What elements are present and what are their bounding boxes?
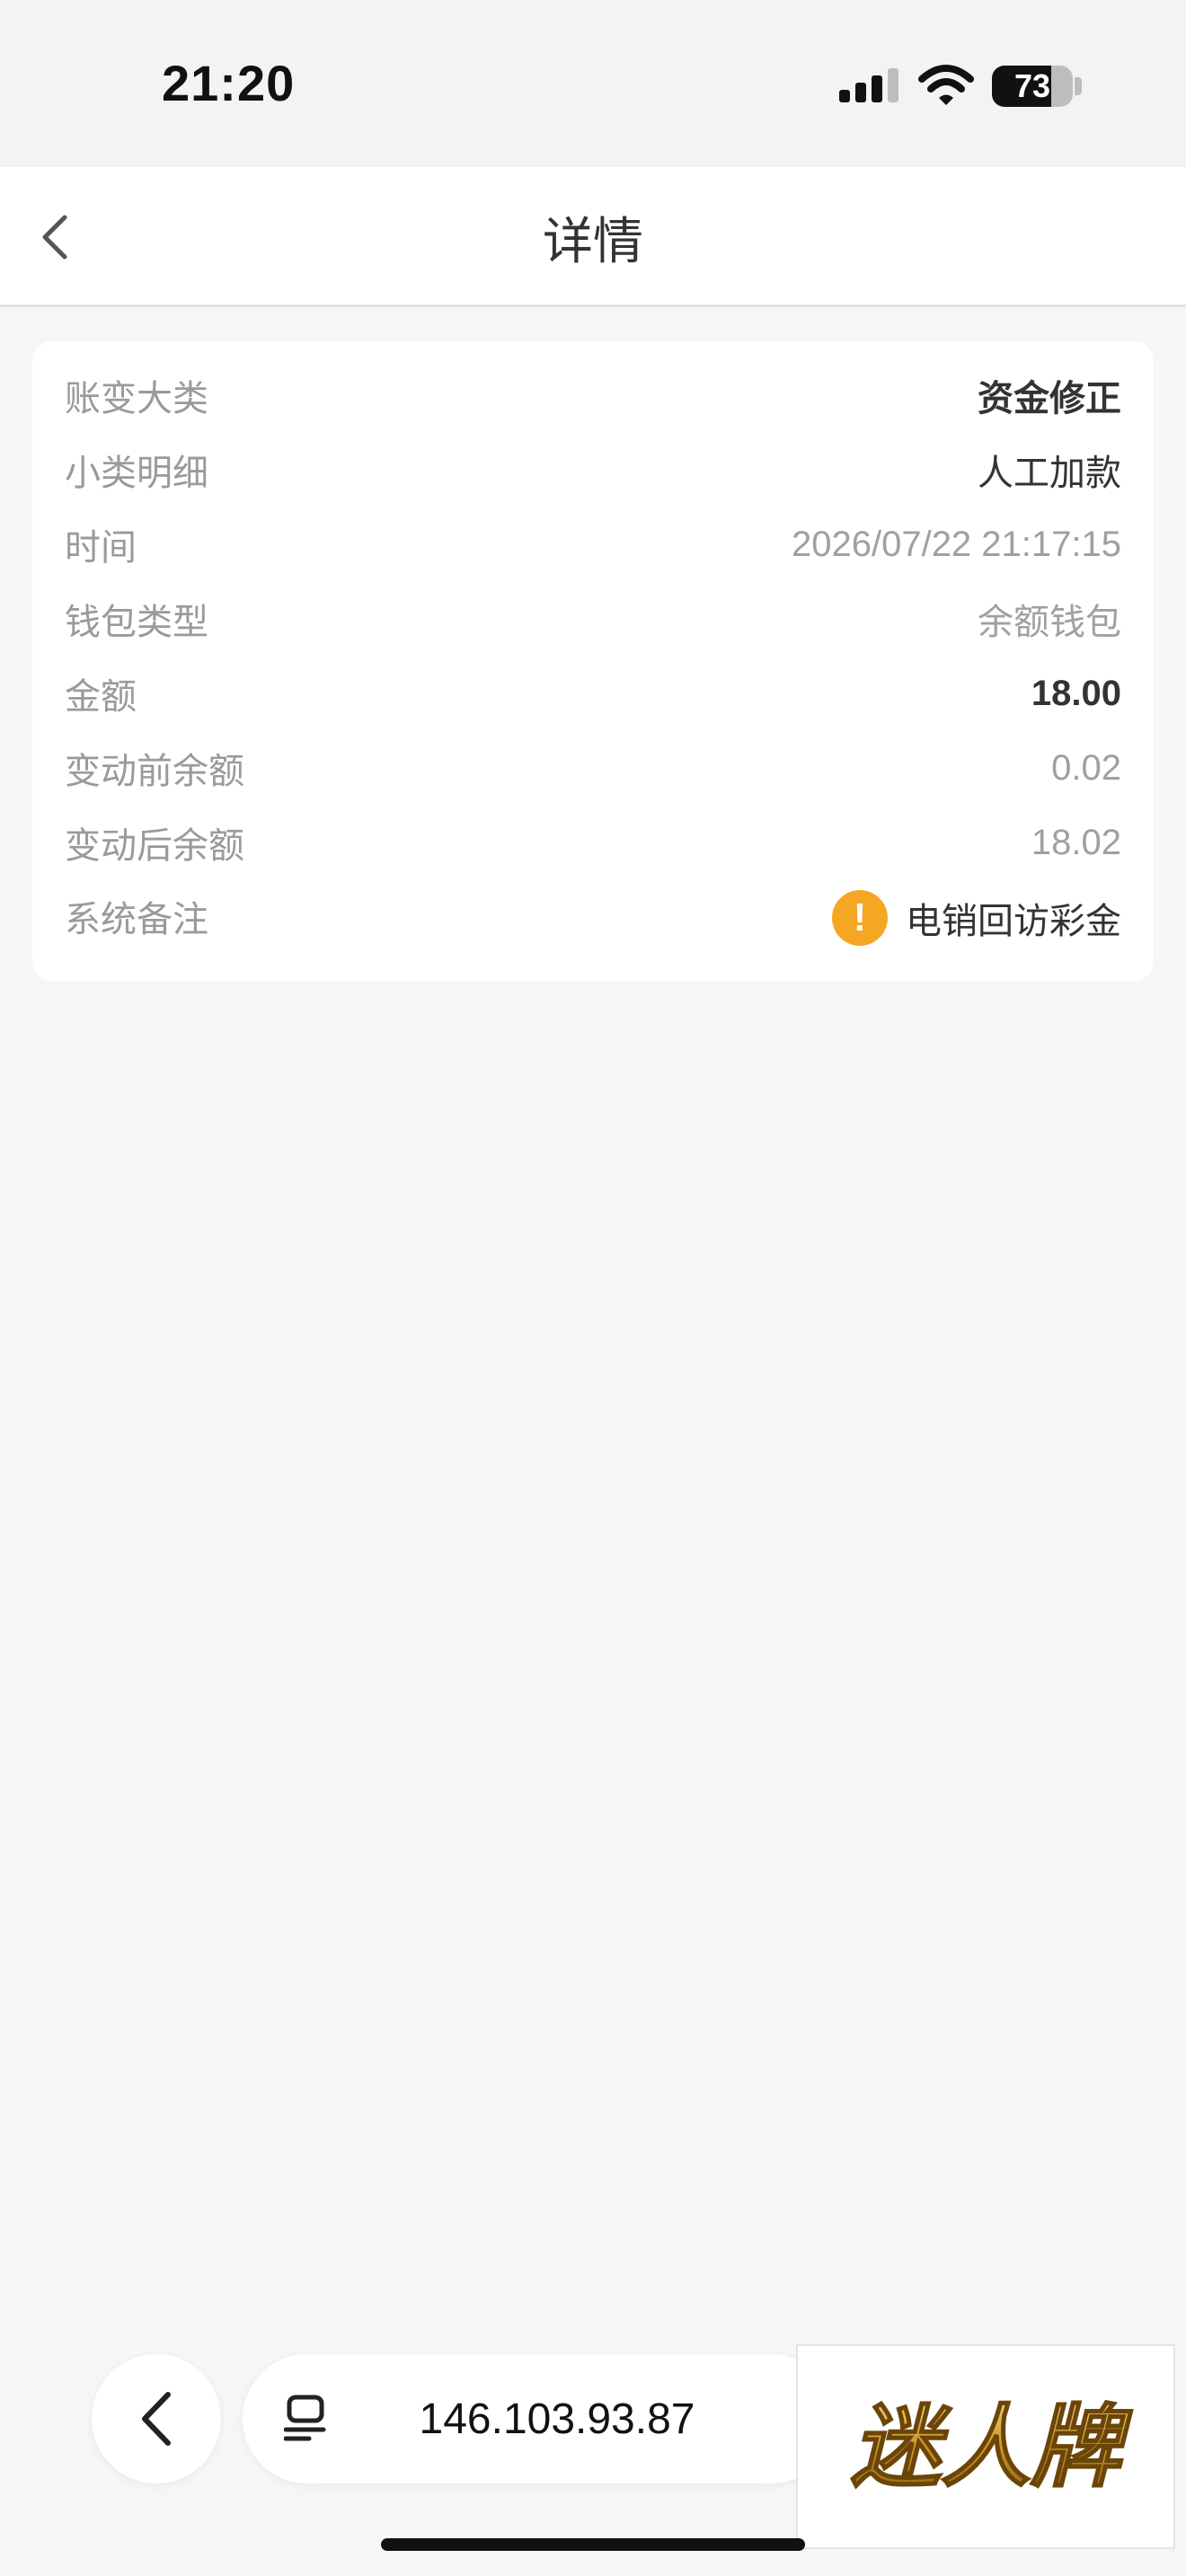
status-bar: 21:20 73 — [0, 0, 1186, 167]
detail-value: 余额钱包 — [978, 603, 1121, 642]
detail-row: 小类明细 人工加款 — [65, 443, 1121, 497]
battery-icon: 73 — [992, 66, 1073, 107]
detail-value: 资金修正 — [978, 379, 1121, 419]
address-bar[interactable]: 146.103.93.87 — [243, 2354, 836, 2483]
detail-value: 18.02 — [1031, 822, 1121, 862]
chevron-left-icon — [142, 2392, 171, 2446]
status-time: 21:20 — [162, 55, 296, 111]
detail-row: 变动后余额 18.02 — [65, 816, 1121, 869]
detail-label: 金额 — [65, 677, 137, 717]
battery-nub — [1075, 77, 1082, 95]
home-indicator — [381, 2538, 805, 2551]
browser-back-button[interactable] — [92, 2354, 221, 2483]
detail-row: 账变大类 资金修正 — [65, 368, 1121, 422]
detail-row: 变动前余额 0.02 — [65, 741, 1121, 795]
remark-text: 电销回访彩金 — [906, 902, 1121, 941]
detail-row: 时间 2026/07/22 21:17:15 — [65, 517, 1121, 571]
detail-label: 变动后余额 — [65, 826, 244, 866]
chevron-left-icon — [42, 215, 67, 260]
detail-value: 2026/07/22 21:17:15 — [791, 524, 1121, 564]
detail-row: 钱包类型 余额钱包 — [65, 592, 1121, 646]
wifi-icon — [918, 65, 974, 105]
detail-row: 系统备注 ! 电销回访彩金 — [65, 890, 1121, 946]
cellular-signal-icon — [839, 68, 898, 102]
detail-value: 0.02 — [1051, 747, 1121, 788]
brand-logo-text: 迷人牌 — [851, 2395, 1133, 2500]
detail-card: 账变大类 资金修正 小类明细 人工加款 时间 2026/07/22 21:17:… — [32, 341, 1154, 981]
back-button[interactable] — [27, 201, 81, 273]
detail-label: 钱包类型 — [65, 603, 208, 642]
page-title: 详情 — [543, 212, 643, 269]
detail-label: 账变大类 — [65, 379, 208, 419]
battery-level: 73 — [1013, 67, 1051, 104]
brand-logo-box: 迷人牌 — [796, 2344, 1175, 2549]
detail-value: ! 电销回访彩金 — [832, 890, 1121, 946]
nav-bar: 详情 — [0, 167, 1186, 307]
detail-label: 小类明细 — [65, 454, 208, 493]
detail-value: 18.00 — [1031, 673, 1121, 713]
address-text: 146.103.93.87 — [419, 2395, 695, 2443]
detail-label: 变动前余额 — [65, 752, 244, 791]
brand-logo: 迷人牌 — [850, 2394, 1134, 2501]
detail-row: 金额 18.00 — [65, 666, 1121, 720]
detail-label: 时间 — [65, 528, 137, 568]
warning-icon: ! — [832, 890, 888, 946]
detail-value: 人工加款 — [978, 454, 1121, 493]
detail-label: 系统备注 — [65, 900, 208, 940]
